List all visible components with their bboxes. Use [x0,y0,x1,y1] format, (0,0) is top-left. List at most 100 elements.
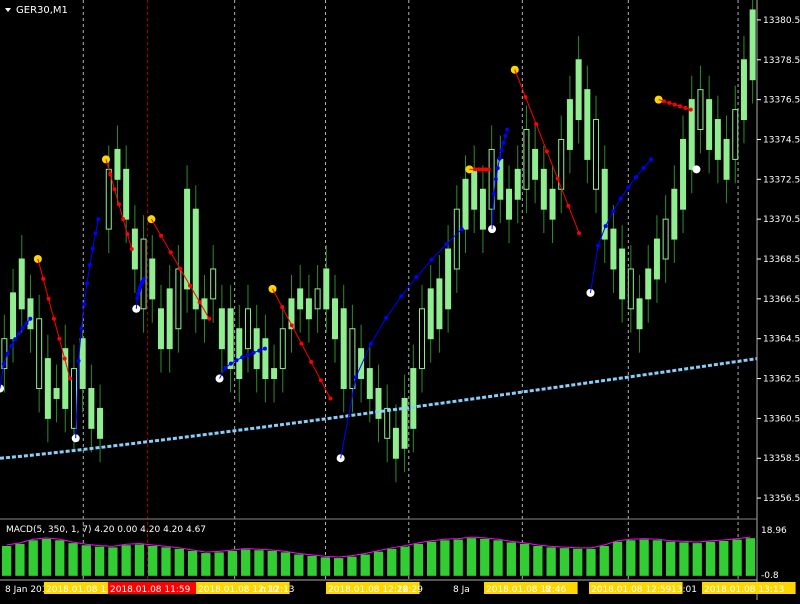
candle-body [140,238,147,310]
macd-bar [652,540,663,576]
time-label: 2018.01.08 13:13 [704,585,784,595]
candle-body [653,238,660,280]
y-tick-label: 13380.5 [763,16,800,26]
macd-bar [254,550,264,576]
candle-body [680,138,687,210]
candle-body [436,278,443,330]
candle-body [540,168,547,210]
candle-body [401,397,408,449]
macd-bar [81,545,91,576]
chart-background [0,0,800,600]
macd-bar [347,556,357,576]
candle-body [271,368,278,380]
candle-body [662,218,669,260]
candle-body [323,268,330,310]
macd-bar [480,538,490,576]
candle-body [453,208,460,270]
chart-window[interactable]: 13380.5 13378.5 13376.5 13374.5 13372.5 13370… [0,0,800,600]
macd-bar [214,552,224,576]
candle-body [192,208,199,310]
candle-body [723,138,730,180]
macd-bar [55,540,65,576]
candle-body [610,228,617,270]
candle-body [210,268,217,300]
candle-body [645,268,652,300]
candle-body [201,298,208,320]
candle-body [331,298,338,340]
macd-bar [466,538,477,576]
macd-label: MACD(5, 350, 1, 7) 4.20 0.00 4.20 4.20 4… [6,525,206,535]
time-label: 2018.01.08 11 [46,585,112,595]
candle-body [384,407,391,439]
macd-bar [41,538,52,576]
candle-body [36,318,43,389]
candle-body [523,129,530,190]
candle-body [714,119,721,160]
swing-low-marker [692,165,701,174]
macd-bar [241,549,251,576]
candle-body [149,258,156,300]
macd-bar [533,545,543,576]
macd-bar [573,548,583,576]
candle-body [366,368,373,399]
candle-body [740,59,747,121]
macd-bar [108,547,118,576]
y-tick-label: 13356.5 [763,494,800,504]
y-tick-label: 13360.5 [763,414,800,424]
time-label: 2018.01.08 11:59 [110,585,191,595]
candle-body [79,338,86,390]
candle-body [419,308,426,370]
macd-bar [692,543,702,576]
candle-body [514,168,521,200]
macd-bar [187,550,198,576]
macd-bar [360,554,370,576]
symbol-timeframe-label: GER30,M1 [16,5,68,16]
candle-body [671,188,678,240]
time-label: 8 Ja [453,585,470,595]
y-tick-label: 13370.5 [763,215,800,225]
time-label: 2018.01.08 12:46 [486,585,567,595]
macd-bar [121,545,131,576]
candle-body [575,59,582,121]
macd-bar [280,552,291,576]
macd-bar [68,543,78,576]
y-tick-label: 13364.5 [763,335,800,345]
candle-body [44,358,51,419]
macd-bar [373,551,384,576]
macd-bar [519,543,530,576]
macd-bar [94,546,105,576]
candle-body [697,89,704,130]
candle-body [593,119,600,190]
macd-bar [1,545,12,576]
candle-body [305,298,312,320]
candle-body [236,328,243,380]
price-chart[interactable]: 13380.5 13378.5 13376.5 13374.5 13372.5 13370… [0,0,800,600]
candle-body [175,268,182,330]
candle-body [279,328,286,370]
candle-body [427,288,434,340]
candle-body [566,99,573,150]
macd-bar [320,557,331,576]
macd-bar [174,548,184,576]
macd-bar [586,548,596,576]
macd-bar [413,543,423,576]
macd-bar [599,545,609,576]
candle-body [732,109,739,160]
y-tick-label: 13376.5 [763,96,800,106]
candle-body [244,308,251,350]
candle-body [349,328,356,390]
macd-bar [334,558,344,576]
candle-body [253,328,260,370]
candle-body [227,308,234,370]
candle-body [462,178,469,230]
time-axis: 8 Jan 20182018.01.08 112018.01.08 11:59 2… [0,579,796,595]
candle-body [358,348,365,380]
macd-bar [227,550,238,576]
candle-body [27,298,34,330]
macd-bar [639,539,649,576]
macd-bar [666,541,676,576]
macd-bar [493,540,503,576]
macd-bar [546,547,556,576]
y-tick-label: 13372.5 [763,175,800,185]
candle-body [184,188,191,290]
